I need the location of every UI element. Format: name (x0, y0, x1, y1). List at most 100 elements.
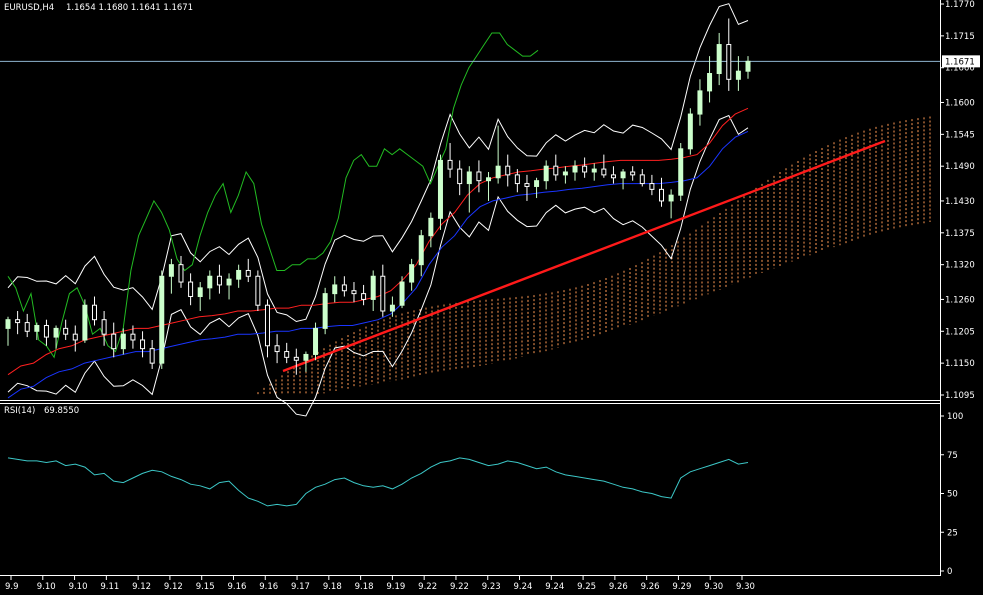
candle-body (707, 73, 713, 92)
time-tick-label: 9.24 (514, 582, 533, 592)
time-tick-label: 9.16 (227, 582, 246, 592)
candle-body (514, 174, 520, 185)
price-tick-label: 1.1430 (945, 197, 975, 207)
candle-body (591, 168, 597, 173)
candle-body (562, 171, 568, 176)
candle-body (303, 353, 309, 361)
time-tick-label: 9.12 (132, 582, 151, 592)
time-tick-label: 9.9 (5, 582, 19, 592)
candle-body (43, 324, 49, 338)
candle-body (534, 180, 540, 187)
candle-body (293, 356, 299, 361)
price-tick-label: 1.1095 (945, 391, 975, 401)
candle-body (745, 60, 751, 72)
candle-body (457, 168, 463, 185)
current-price-marker: 1.1671 (942, 55, 980, 68)
time-tick-label: 9.23 (482, 582, 501, 592)
candle-body (476, 171, 482, 182)
candle-body (91, 304, 97, 321)
candle-body (207, 275, 213, 289)
time-tick-label: 9.11 (100, 582, 119, 592)
rsi-tick-label: 25 (947, 528, 958, 538)
candle-body (466, 171, 472, 185)
candle-body (101, 319, 107, 335)
time-tick-label: 9.30 (704, 582, 723, 592)
candle-body (72, 333, 78, 341)
candle-body (735, 70, 741, 80)
candle-body (649, 183, 655, 190)
candle-body (236, 269, 242, 280)
rsi-value: 69.8550 (44, 406, 79, 416)
time-tick-label: 9.19 (386, 582, 405, 592)
rsi-line (7, 457, 749, 507)
rsi-tick-label: 100 (947, 412, 963, 422)
price-tick-label: 1.1715 (945, 32, 975, 42)
candle-body (524, 183, 530, 187)
price-panel[interactable] (0, 0, 940, 417)
candle-body (197, 287, 203, 298)
candle-body (659, 188, 665, 202)
candle-body (610, 174, 616, 179)
candle-body (351, 290, 357, 295)
candle-body (34, 324, 40, 332)
price-tick-label: 1.1205 (945, 327, 975, 337)
time-tick-label: 9.22 (450, 582, 469, 592)
candle-body (543, 165, 549, 182)
time-tick-label: 9.12 (164, 582, 183, 592)
candle-body (437, 159, 443, 219)
candle-body (697, 90, 703, 115)
rsi-tick-label: 50 (947, 490, 958, 500)
candle-body (495, 165, 501, 179)
candle-body (120, 333, 126, 350)
candle-body (168, 264, 174, 277)
time-tick-label: 9.22 (418, 582, 437, 592)
candle-body (370, 275, 376, 300)
rsi-axis: 100 75 50 25 0 (940, 412, 963, 577)
candle-body (380, 275, 386, 312)
symbol-label: EURUSD,H4 (4, 3, 54, 13)
candle-body (572, 165, 578, 173)
candle-body (687, 113, 693, 150)
time-tick-label: 9.25 (577, 582, 596, 592)
candle-body (63, 327, 69, 335)
candle-body (178, 264, 184, 283)
candle-body (418, 235, 424, 266)
rsi-line-group (7, 457, 749, 507)
rsi-label: RSI(14) (4, 406, 35, 416)
candle-body (505, 165, 511, 176)
candle-body (582, 165, 588, 173)
price-tick-label: 1.1770 (945, 0, 975, 10)
candle-body (341, 284, 347, 292)
candle-body (140, 339, 146, 350)
candle-body (447, 159, 453, 170)
candle-body (130, 333, 136, 341)
candle-body (245, 269, 251, 277)
rsi-tick-label: 0 (947, 567, 952, 577)
time-tick-label: 9.10 (69, 582, 88, 592)
price-tick-label: 1.1260 (945, 295, 975, 305)
candle-body (553, 165, 559, 176)
ohlc-values: 1.1654 1.1680 1.1641 1.1671 (66, 3, 193, 13)
current-price-marker-text: 1.1671 (945, 57, 975, 67)
candle-body (486, 177, 492, 182)
candle-body (255, 275, 261, 306)
candle-body (284, 351, 290, 358)
candle-body (332, 284, 338, 295)
candle-body (5, 319, 11, 329)
candle-body (639, 174, 645, 185)
rsi-panel[interactable] (7, 457, 749, 507)
time-tick-label: 9.16 (259, 582, 278, 592)
candle-body (15, 319, 21, 324)
candle-body (668, 194, 674, 202)
candle-body (726, 44, 732, 80)
candle-body (399, 281, 405, 306)
candle-body (389, 304, 395, 312)
candle-body (322, 293, 328, 329)
candle-body (188, 281, 194, 298)
candle-body (409, 264, 415, 283)
price-tick-label: 1.1600 (945, 98, 975, 108)
price-tick-label: 1.1150 (945, 359, 975, 369)
candle-body (678, 148, 684, 196)
candle-body (82, 304, 88, 341)
candle-body (216, 275, 222, 286)
